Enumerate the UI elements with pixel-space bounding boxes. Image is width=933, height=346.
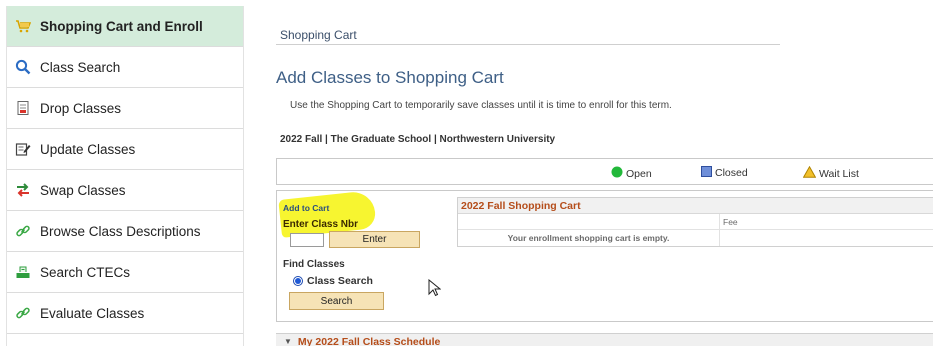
sidebar-item-class-search[interactable]: Class Search (7, 47, 243, 88)
class-search-radio-option[interactable]: Class Search (293, 275, 373, 287)
sidebar-item-label: Browse Class Descriptions (40, 223, 201, 239)
breadcrumb: Shopping Cart (280, 28, 357, 42)
shopping-cart-table: 2022 Fall Shopping Cart Fee Your enrollm… (457, 197, 933, 247)
link-chain-icon (15, 223, 31, 239)
term-label: 2022 Fall | The Graduate School | Northw… (280, 134, 556, 145)
status-legend: Open Closed Wait List (276, 158, 933, 185)
enter-button[interactable]: Enter (329, 231, 420, 248)
swap-arrows-icon (15, 182, 31, 198)
sidebar-item-browse-descriptions[interactable]: Browse Class Descriptions (7, 211, 243, 252)
sidebar-item-label: Evaluate Classes (40, 305, 145, 321)
add-to-cart-heading: Add to Cart (283, 203, 330, 213)
green-tray-icon (15, 264, 31, 280)
mouse-pointer-icon (428, 278, 442, 302)
open-status-icon (611, 166, 623, 181)
legend-open: Open (611, 166, 652, 181)
wait-list-status-icon (802, 165, 817, 181)
sidebar-item-evaluate-classes[interactable]: Evaluate Classes (7, 293, 243, 334)
radio-button[interactable] (293, 276, 303, 286)
shopping-cart-icon (15, 18, 31, 34)
legend-wait-list-label: Wait List (819, 167, 859, 180)
link-chain-icon (15, 305, 31, 321)
cart-panel: Add to Cart Enter Class Nbr Enter Find C… (276, 190, 933, 322)
breadcrumb-divider (276, 44, 780, 45)
sidebar-item-swap-classes[interactable]: Swap Classes (7, 170, 243, 211)
search-button[interactable]: Search (289, 292, 384, 310)
sidebar-item-update-classes[interactable]: Update Classes (7, 129, 243, 170)
sidebar-item-search-ctecs[interactable]: Search CTECs (7, 252, 243, 293)
sidebar-item-label: Search CTECs (40, 264, 131, 280)
radio-label: Class Search (307, 275, 373, 287)
schedule-heading: My 2022 Fall Class Schedule (297, 335, 441, 346)
cart-header-cell (458, 214, 720, 229)
edit-document-icon (15, 141, 31, 157)
fee-column-header: Fee (723, 216, 738, 227)
instructions-text: Use the Shopping Cart to temporarily sav… (290, 100, 672, 111)
sidebar-item-drop-classes[interactable]: Drop Classes (7, 88, 243, 129)
sidebar-item-label: Class Search (40, 59, 121, 75)
page-title: Add Classes to Shopping Cart (276, 68, 504, 87)
legend-open-label: Open (626, 167, 652, 180)
sidebar-nav: Shopping Cart and Enroll Class Search Dr… (6, 6, 244, 346)
sidebar-item-shopping-cart[interactable]: Shopping Cart and Enroll (7, 6, 243, 47)
enter-class-nbr-label: Enter Class Nbr (283, 219, 359, 230)
drop-document-icon (15, 100, 31, 116)
closed-status-icon (701, 166, 712, 180)
magnifier-icon (15, 59, 31, 75)
cart-header-row: Fee (458, 214, 933, 230)
empty-fee-cell (720, 230, 933, 246)
find-classes-heading: Find Classes (283, 259, 345, 270)
class-schedule-section-header[interactable]: ▼ My 2022 Fall Class Schedule (276, 333, 933, 346)
class-nbr-input[interactable] (290, 233, 324, 247)
table-row: Your enrollment shopping cart is empty. (458, 230, 933, 246)
sidebar-item-label: Swap Classes (40, 182, 126, 198)
legend-closed: Closed (701, 166, 748, 180)
cart-table-title: 2022 Fall Shopping Cart (458, 198, 933, 214)
empty-cart-message: Your enrollment shopping cart is empty. (458, 230, 720, 246)
sidebar-item-label: Shopping Cart and Enroll (40, 18, 203, 34)
collapse-triangle-icon[interactable]: ▼ (284, 337, 292, 346)
sidebar-item-label: Update Classes (40, 141, 136, 157)
legend-wait-list: Wait List (802, 165, 859, 181)
legend-closed-label: Closed (715, 167, 748, 179)
sidebar-item-label: Drop Classes (40, 100, 122, 116)
